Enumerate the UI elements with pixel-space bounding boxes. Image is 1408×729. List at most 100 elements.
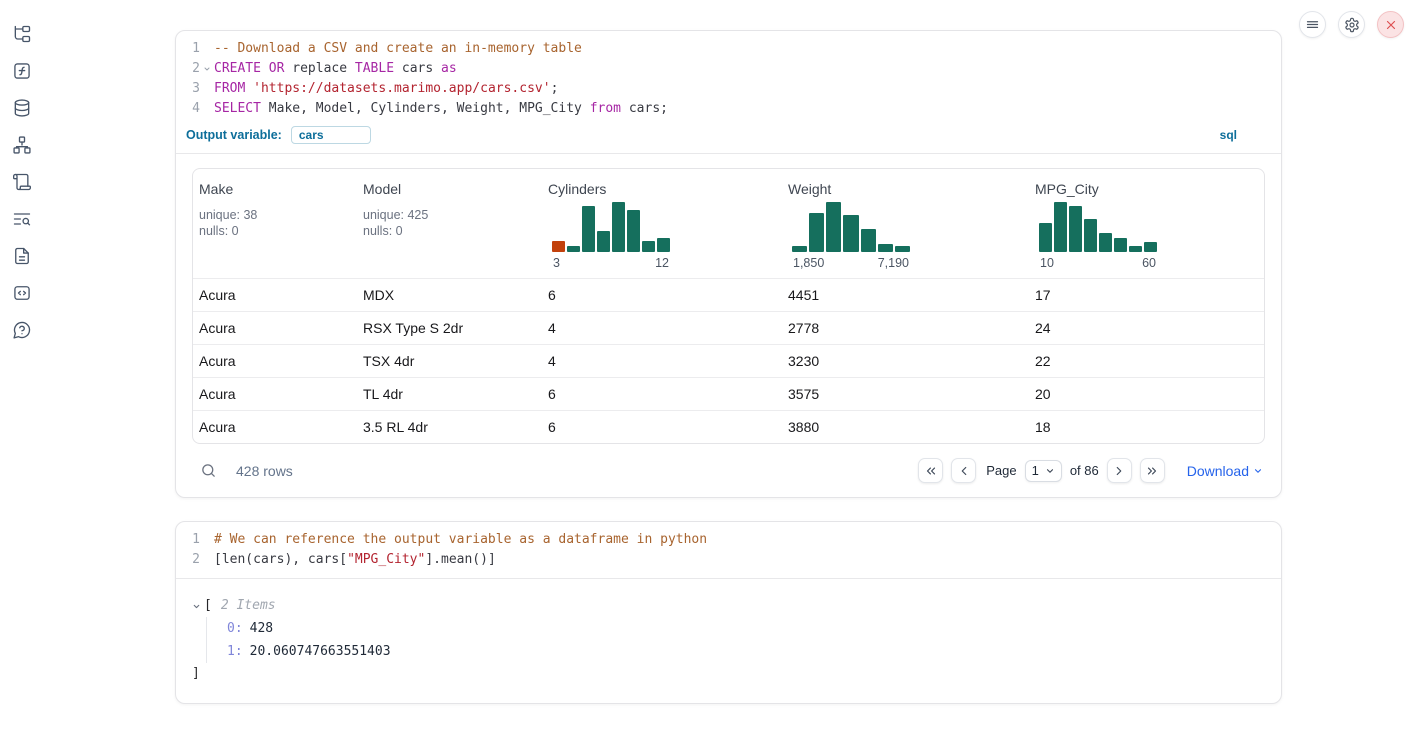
table-cell: 3880 (782, 411, 1029, 443)
line-number: 1 (176, 39, 200, 59)
hist-bar (878, 244, 893, 252)
hist-bar (1144, 242, 1157, 253)
code-line[interactable]: 2[len(cars), cars["MPG_City"].mean()] (176, 550, 1281, 570)
hist-bar (642, 241, 655, 252)
code-line[interactable]: 3FROM 'https://datasets.marimo.app/cars.… (176, 79, 1281, 99)
column-name: Model (363, 181, 542, 197)
scroll-log-icon[interactable] (12, 172, 32, 192)
hist-bar (627, 210, 640, 253)
code-token: [len(cars), cars[ (214, 552, 347, 567)
next-page-button[interactable] (1107, 458, 1132, 483)
left-sidebar (0, 0, 44, 729)
python-cell: 1# We can reference the output variable … (175, 521, 1282, 704)
table-cell: 24 (1029, 312, 1264, 344)
column-header-cylinders[interactable]: Cylinders 3 12 (542, 181, 782, 270)
hist-bar (843, 215, 858, 253)
fold-gutter (200, 530, 214, 550)
code-line[interactable]: 1# We can reference the output variable … (176, 530, 1281, 550)
output-variable-input[interactable] (291, 126, 371, 144)
column-header-weight[interactable]: Weight 1,850 7,190 (782, 181, 1029, 270)
code-line[interactable]: 4SELECT Make, Model, Cylinders, Weight, … (176, 99, 1281, 119)
table-cell: 6 (542, 411, 782, 443)
column-stats: unique: 38nulls: 0 (199, 207, 357, 239)
column-header-mpg_city[interactable]: MPG_City 10 60 (1029, 181, 1264, 270)
column-header-model[interactable]: Model unique: 425nulls: 0 (357, 181, 542, 270)
hist-bar (552, 241, 565, 252)
fold-gutter (200, 79, 214, 99)
hist-min-label: 1,850 (793, 256, 824, 270)
column-name: MPG_City (1035, 181, 1264, 197)
hist-bar (1084, 219, 1097, 252)
prev-page-button[interactable] (951, 458, 976, 483)
pagination: Page 1 of 86 Download (918, 458, 1263, 483)
code-token: FROM (214, 81, 245, 96)
collapse-chevron-icon[interactable] (192, 602, 201, 611)
hist-bar (582, 206, 595, 252)
table-cell: 20 (1029, 378, 1264, 410)
chevrons-left-icon (924, 464, 938, 478)
code-line[interactable]: 1 -- Download a CSV and create an in-memo… (176, 39, 1281, 59)
close-button[interactable] (1377, 11, 1404, 38)
hist-max-label: 7,190 (878, 256, 909, 270)
table-cell: MDX (357, 279, 542, 311)
help-chat-icon[interactable] (12, 320, 32, 340)
dependency-graph-icon[interactable] (12, 135, 32, 155)
fold-chevron-icon[interactable] (200, 59, 214, 79)
hist-min-label: 10 (1040, 256, 1054, 270)
notebook-actions (1299, 11, 1404, 38)
tree-root-row: [ 2 Items (192, 595, 1265, 617)
table-cell: Acura (193, 312, 357, 344)
database-icon[interactable] (12, 98, 32, 118)
notebook-area: 1 -- Download a CSV and create an in-memo… (175, 30, 1282, 704)
tree-entry-key: 1: (227, 644, 243, 659)
language-badge: sql (1220, 128, 1271, 142)
file-tree-icon[interactable] (12, 24, 32, 44)
code-text: [len(cars), cars["MPG_City"].mean()] (214, 550, 496, 570)
first-page-button[interactable] (918, 458, 943, 483)
output-variable-label: Output variable: (186, 128, 282, 142)
menu-button[interactable] (1299, 11, 1326, 38)
code-token: ].mean()] (425, 552, 495, 567)
column-header-make[interactable]: Make unique: 38nulls: 0 (193, 181, 357, 270)
tree-entry-key: 0: (227, 621, 243, 636)
column-stats: unique: 425nulls: 0 (363, 207, 542, 239)
search-icon[interactable] (200, 462, 217, 479)
fold-gutter (200, 39, 214, 59)
python-code-editor[interactable]: 1# We can reference the output variable … (176, 522, 1281, 579)
line-number: 4 (176, 99, 200, 119)
data-table: Make unique: 38nulls: 0 Model unique: 425nu… (192, 168, 1265, 444)
settings-button[interactable] (1338, 11, 1365, 38)
line-number: 2 (176, 59, 200, 79)
hist-bar (597, 231, 610, 252)
column-histogram: 10 60 (1039, 202, 1157, 270)
code-token: Make, Model, Cylinders, Weight, MPG_City (261, 101, 590, 116)
column-name: Cylinders (548, 181, 782, 197)
tree-entry: 0:428 (227, 617, 1265, 640)
code-token: 'https://datasets.marimo.app/cars.csv' (253, 81, 550, 96)
tree-close-bracket: ] (192, 663, 1265, 685)
hist-bar (612, 202, 625, 252)
function-icon[interactable] (12, 61, 32, 81)
hist-bar (1039, 223, 1052, 252)
text-search-icon[interactable] (12, 209, 32, 229)
hist-max-label: 12 (655, 256, 669, 270)
download-button[interactable]: Download (1187, 463, 1263, 479)
snippets-code-icon[interactable] (12, 283, 32, 303)
column-name: Make (199, 181, 357, 197)
last-page-button[interactable] (1140, 458, 1165, 483)
chevrons-right-icon (1145, 464, 1159, 478)
chevron-down-icon (1045, 466, 1055, 476)
page-select[interactable]: 1 (1025, 460, 1062, 482)
table-row: AcuraTSX 4dr4323022 (193, 344, 1264, 377)
hist-bar (895, 246, 910, 252)
code-token: -- Download a CSV and create an in-memor… (214, 41, 582, 56)
table-cell: 3575 (782, 378, 1029, 410)
table-cell: 4 (542, 312, 782, 344)
document-icon[interactable] (12, 246, 32, 266)
code-line[interactable]: 2CREATE OR replace TABLE cars as (176, 59, 1281, 79)
sql-code-editor[interactable]: 1 -- Download a CSV and create an in-memo… (176, 31, 1281, 124)
code-text: # We can reference the output variable a… (214, 530, 707, 550)
table-cell: 18 (1029, 411, 1264, 443)
menu-icon (1305, 17, 1320, 32)
hist-bar (1129, 246, 1142, 252)
